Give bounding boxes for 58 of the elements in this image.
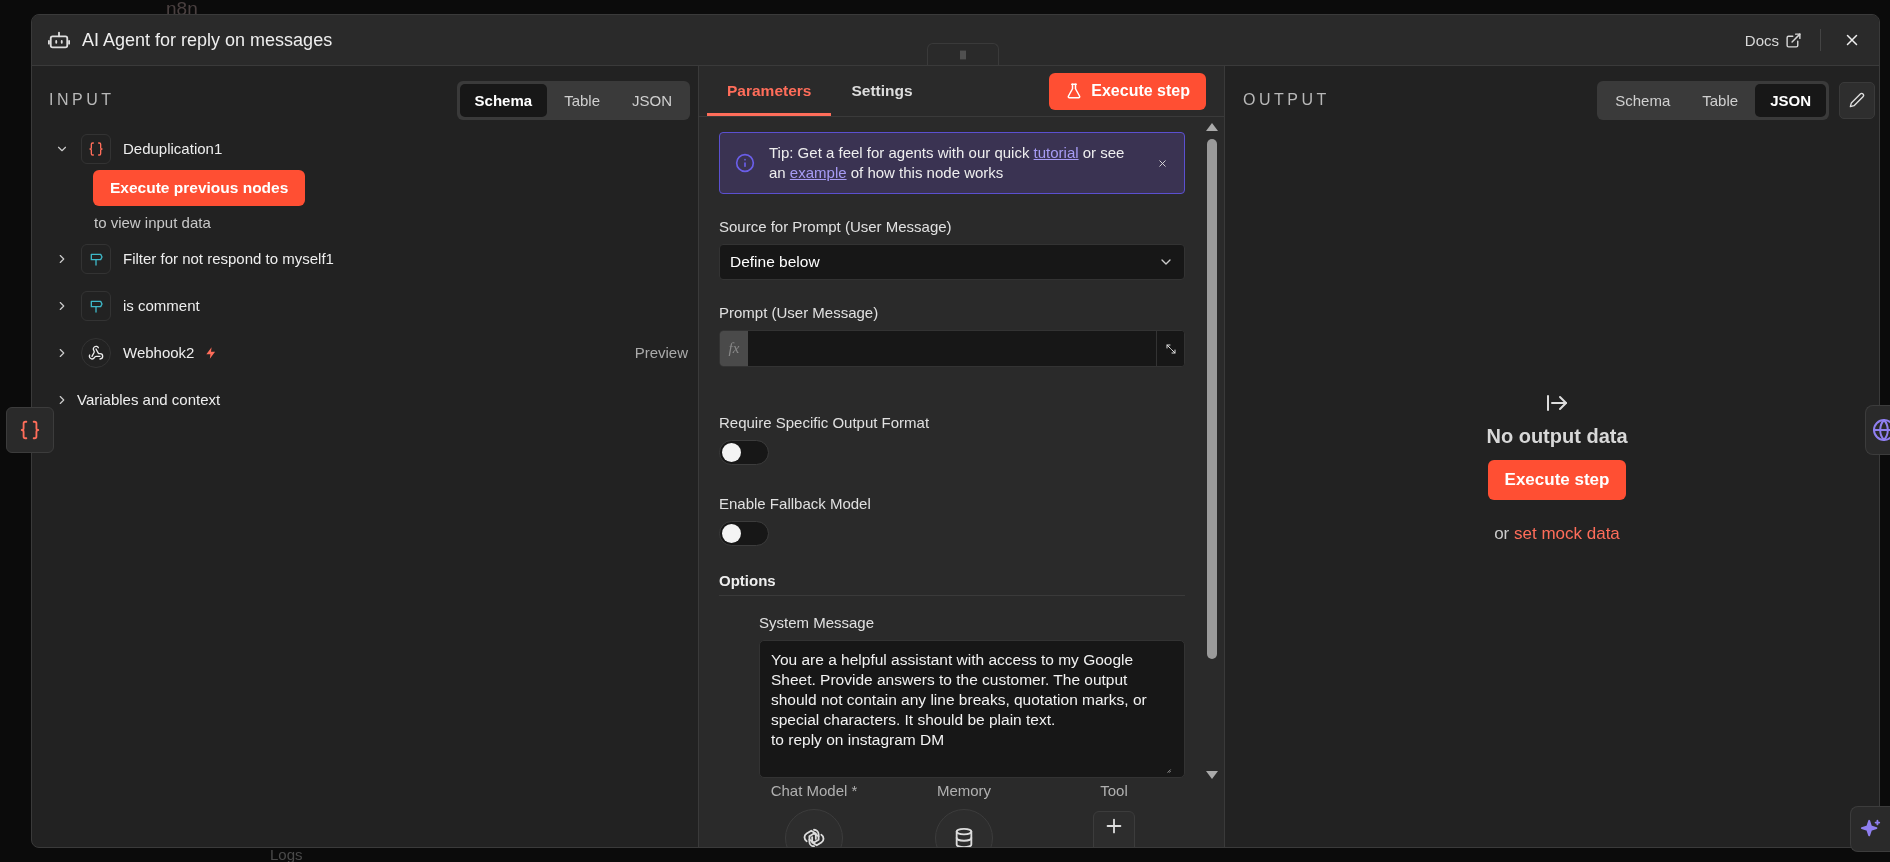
hint-text: to view input data <box>93 214 212 231</box>
toggle-switch[interactable] <box>719 440 769 465</box>
connection-label: Tool <box>1100 782 1128 799</box>
prompt-source-dropdown[interactable]: Define below <box>719 244 1185 280</box>
drag-handle[interactable] <box>927 43 999 65</box>
view-tab[interactable]: Schema <box>459 83 548 117</box>
variables-item[interactable]: Variables and context <box>77 391 221 408</box>
system-message-field[interactable]: You are a helpful assistant with access to my Google Sheet. Provide answers to the customer. The output should not contain any line breaks, quotation marks, or special characters. It should be plain text. to reply on instagram DM <box>759 640 1185 778</box>
add-tool-button[interactable] <box>1093 811 1135 847</box>
view-tab[interactable]: Schema <box>1600 83 1686 117</box>
toggle-switch[interactable] <box>719 521 769 546</box>
tab[interactable]: Settings <box>831 66 933 116</box>
webhook-icon <box>88 344 104 361</box>
preview-label: Preview <box>634 344 689 361</box>
field-label: Source for Prompt (User Message) <box>719 218 953 235</box>
expand-button[interactable] <box>1156 331 1184 366</box>
view-tab[interactable]: Table <box>549 83 615 117</box>
node-name[interactable]: Filter for not respond to myself1 <box>123 250 334 267</box>
node-name[interactable]: Webhook2 <box>123 344 195 361</box>
docs-link[interactable]: Docs <box>1744 31 1802 49</box>
empty-state-title: No output data <box>1486 425 1628 448</box>
tip-link[interactable]: tutorial <box>1033 144 1079 161</box>
braces-icon <box>88 140 104 157</box>
connection-label: Chat Model * <box>770 782 858 799</box>
braces-icon <box>19 419 41 441</box>
expand-icon <box>1164 342 1177 355</box>
section-heading: Options <box>719 572 777 589</box>
pencil-icon <box>1849 92 1865 108</box>
tip-text: Tip: Get a feel for agents with our quick tutorial or see an example of how this node works <box>769 143 1126 183</box>
window-title: AI Agent for reply on messages <box>82 29 334 51</box>
globe-icon <box>1872 418 1890 442</box>
node-name[interactable]: Deduplication1 <box>123 140 223 157</box>
tab[interactable]: Parameters <box>707 66 832 116</box>
code-button[interactable] <box>6 407 54 453</box>
edit-button[interactable] <box>1839 81 1875 119</box>
field-label: Enable Fallback Model <box>719 495 872 512</box>
field-label: System Message <box>759 614 876 631</box>
panel-heading: INPUT <box>48 91 115 109</box>
view-tab[interactable]: JSON <box>1755 83 1826 117</box>
close-icon <box>1157 157 1168 169</box>
mock-data-text: or set mock data <box>1494 524 1620 544</box>
node-name[interactable]: is comment <box>123 297 200 314</box>
grip-icon <box>957 48 969 61</box>
field-label: Prompt (User Message) <box>719 304 880 321</box>
view-tab[interactable]: Table <box>1687 83 1754 117</box>
robot-icon <box>48 29 70 51</box>
view-tab[interactable]: JSON <box>617 83 687 117</box>
connection-label: Memory <box>936 782 992 799</box>
database-icon <box>953 827 975 847</box>
info-icon <box>735 153 755 173</box>
knot-icon <box>803 827 825 847</box>
panel-heading: OUTPUT <box>1242 91 1330 109</box>
mock-data-link[interactable]: set mock data <box>1514 524 1620 543</box>
assistant-button[interactable] <box>1850 806 1890 852</box>
external-link-icon <box>1785 31 1802 49</box>
globe-button[interactable] <box>1865 405 1890 455</box>
tip-link[interactable]: example <box>789 164 847 181</box>
field-label: Require Specific Output Format <box>719 414 931 431</box>
